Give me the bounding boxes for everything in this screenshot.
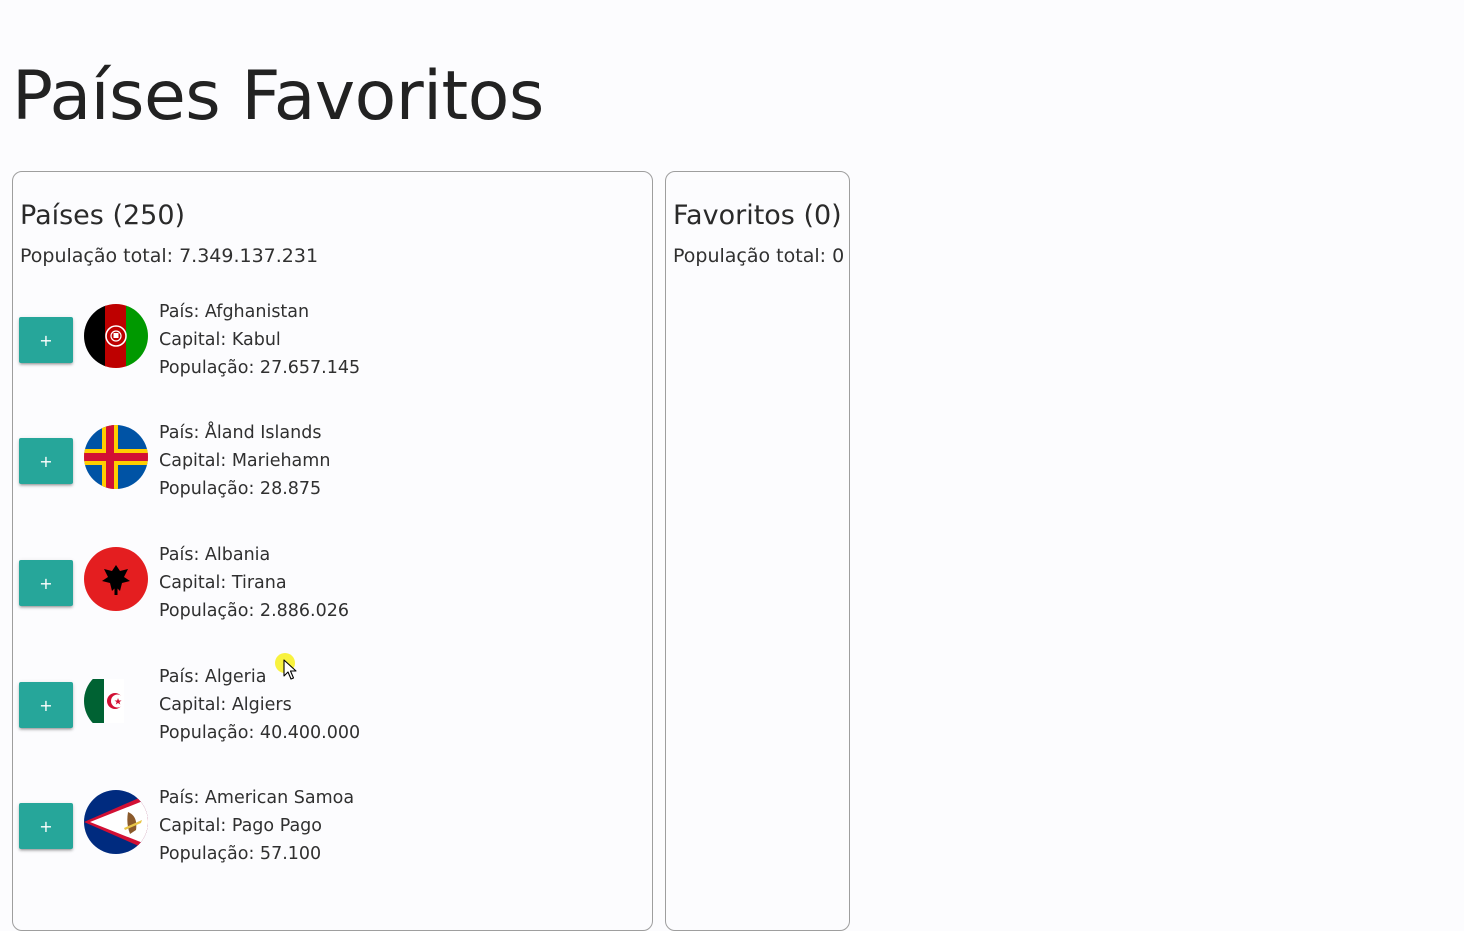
page-title: Países Favoritos — [12, 57, 544, 136]
country-name: País: Afghanistan — [159, 302, 310, 322]
country-name: País: Albania — [159, 545, 271, 565]
country-population: População: 2.886.026 — [159, 601, 349, 621]
country-name: País: American Samoa — [159, 788, 355, 808]
country-item: + País: Afghanistan Capital: Kabul Popul… — [13, 302, 652, 394]
country-population: População: 40.400.000 — [159, 723, 361, 743]
country-info: País: Albania Capital: Tirana População:… — [159, 541, 349, 625]
favorites-panel-title: Favoritos (0) — [673, 200, 842, 231]
add-favorite-button[interactable]: + — [19, 682, 73, 728]
countries-panel: Países (250) População total: 7.349.137.… — [12, 171, 653, 931]
country-population: População: 27.657.145 — [159, 358, 361, 378]
countries-total-population: População total: 7.349.137.231 — [20, 245, 319, 267]
albania-flag-icon — [84, 547, 148, 611]
country-item: + País: American Samoa Capital: Pago Pag… — [13, 788, 652, 880]
country-name: País: Åland Islands — [159, 423, 322, 443]
add-favorite-button[interactable]: + — [19, 803, 73, 849]
american-samoa-flag-icon — [84, 790, 148, 854]
country-name: País: Algeria — [159, 667, 267, 687]
countries-panel-title: Países (250) — [20, 200, 186, 231]
add-favorite-button[interactable]: + — [19, 560, 73, 606]
country-capital: Capital: Kabul — [159, 330, 281, 350]
country-info: País: Åland Islands Capital: Mariehamn P… — [159, 419, 330, 503]
country-item: + País: Algeria Capital: Algiers Populaç… — [13, 667, 652, 759]
country-info: País: Algeria Capital: Algiers População… — [159, 663, 360, 747]
country-info: País: American Samoa Capital: Pago Pago … — [159, 784, 354, 868]
country-capital: Capital: Algiers — [159, 695, 292, 715]
country-capital: Capital: Tirana — [159, 573, 287, 593]
algeria-flag-icon — [84, 669, 148, 733]
add-favorite-button[interactable]: + — [19, 438, 73, 484]
country-capital: Capital: Pago Pago — [159, 816, 322, 836]
favorites-total-population: População total: 0 — [673, 245, 845, 267]
country-capital: Capital: Mariehamn — [159, 451, 331, 471]
country-population: População: 57.100 — [159, 844, 322, 864]
country-info: País: Afghanistan Capital: Kabul Populaç… — [159, 298, 360, 382]
country-item: + País: Åland Islands Capital: Mariehamn… — [13, 423, 652, 515]
country-population: População: 28.875 — [159, 479, 322, 499]
afghanistan-flag-icon — [84, 304, 148, 368]
country-item: + País: Albania Capital: Tirana Populaçã… — [13, 545, 652, 637]
aland-islands-flag-icon — [84, 425, 148, 489]
add-favorite-button[interactable]: + — [19, 317, 73, 363]
favorites-panel: Favoritos (0) População total: 0 — [665, 171, 850, 931]
